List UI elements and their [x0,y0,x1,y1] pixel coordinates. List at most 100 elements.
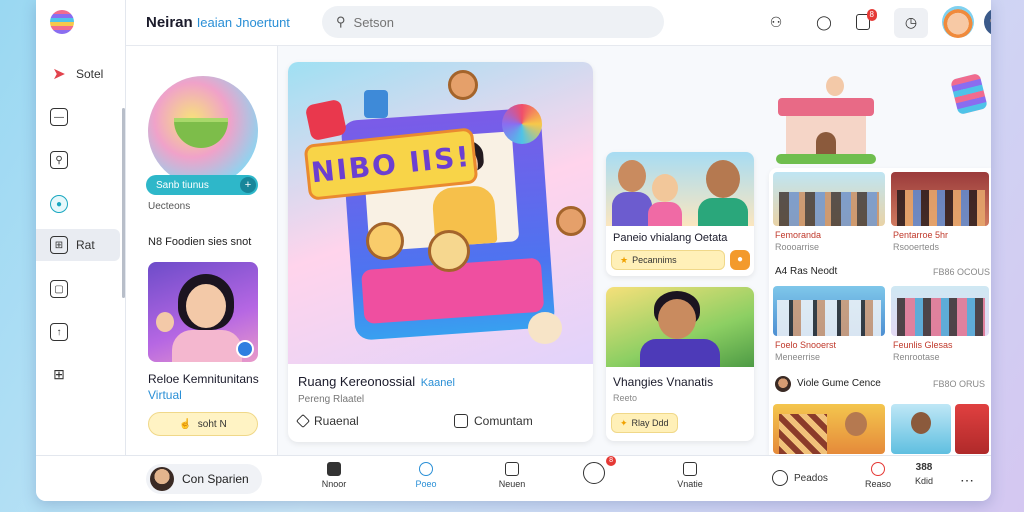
rail-item-label: Rat [76,238,95,252]
calendar-icon: ▢ [50,280,68,298]
comment-icon [454,414,468,428]
card-2-button-label: Rlay Ddd [631,418,669,428]
nav-reaso-label: Reaso [864,479,891,489]
rail-item-apps[interactable]: ⊞ [36,358,120,390]
rail-item-calendar[interactable]: ▢ [36,273,120,305]
nav-messages[interactable]: 8 [564,456,624,498]
hero-action-left[interactable]: Ruaenal [295,413,359,429]
house-grass [776,154,876,164]
community-portrait-image[interactable] [148,262,258,362]
right-label-2: Pentarroe 5hr [893,230,949,240]
house-roof [778,98,874,116]
nav-video[interactable]: Vnatie [660,462,720,498]
search-bar[interactable]: ⚲ [322,6,664,38]
video-icon [683,462,697,476]
hero-illustration: NIBO IIS! [288,62,593,364]
doc-search-icon: ⚲ [50,151,68,169]
sparkle-icon: ✦ [620,417,628,428]
right-section-a-title: A4 Ras Neodt [775,266,838,277]
card-1-title: Paneio vhialang Oetata [613,232,728,244]
messages-badge: 8 [606,456,616,466]
notification-badge: 8 [866,9,877,21]
nav-home[interactable]: Nnoor [304,462,364,498]
alert-icon [871,462,885,476]
channel-avatar[interactable] [775,376,791,392]
card-1-body-b [648,202,682,226]
nav-explore[interactable]: Poeo [396,462,456,498]
rail-item-doc-search[interactable]: ⚲ [36,144,120,176]
card-2-button[interactable]: ✦ Rlay Ddd [611,413,678,433]
right-thumb-7[interactable] [955,404,989,454]
hero-character-top [448,70,478,100]
card-2-body [640,339,720,367]
right-sub-3: Meneerrise [775,352,821,362]
community-card-title: Reloe Kemnitunitans [148,372,259,386]
grid-count-icon: 388 [915,462,933,473]
hero-action-right[interactable]: Comuntam [454,414,533,428]
rail-item-bookmark[interactable]: ↑ [36,316,120,348]
right-thumb-2[interactable] [891,172,989,226]
right-section-b-title: Viole Gume Cence [797,378,881,389]
search-input[interactable] [353,14,634,30]
user-icon[interactable]: ⚇ [766,12,786,32]
app-title: Neiran Ieaian Jnoertunt [146,14,290,31]
card-1-button[interactable]: ★ Pecannims [611,250,725,270]
hero-lollipop [502,104,542,144]
card-2-title: Vhangies Vnanatis [613,375,714,389]
app-subtitle: Ieaian Jnoertunt [196,15,290,30]
rail-scrollbar[interactable] [122,108,125,298]
notification-icon[interactable]: 8 [856,9,877,30]
search-icon: ⚲ [336,14,346,29]
hero-red-block [304,98,348,142]
thumb-6-face [911,412,931,434]
plus-icon: + [240,177,256,193]
hero-card[interactable]: NIBO IIS! Ruang Kereonossial Kaanel Pere… [288,62,593,442]
more-icon[interactable]: ⋯ [960,472,975,489]
right-thumb-4[interactable] [891,286,989,336]
top-header: NeiranIeaian Jnoertunt ⚲ ⚇ ◯ 8 ◷ [126,0,991,46]
featured-bowl-image[interactable] [148,76,258,186]
app-logo[interactable] [50,10,74,34]
user-pill[interactable]: Con Sparien [146,464,262,494]
hero-action-right-label: Comuntam [474,414,533,428]
cube-decoration [950,72,988,116]
avatar-cartoon[interactable] [942,6,974,38]
house-illustration [776,70,886,170]
right-thumb-3[interactable] [773,286,885,336]
bowl-caption: Uecteons [148,201,191,212]
right-column: Femoranda Pentarroe 5hr Roooarrise Rsooe… [769,168,991,455]
community-card-link[interactable]: Virtual [148,388,182,402]
star-icon: ★ [620,254,629,265]
right-label-1: Femoranda [775,230,822,240]
rail-item-rat[interactable]: ⊞ Rat [36,229,120,261]
hero-title-text: Ruang Kereonossial [298,374,416,389]
nav-podcasts[interactable]: Peados [772,470,828,486]
community-action-label: soht N [197,418,227,430]
right-thumb-6[interactable] [891,404,951,454]
right-thumb-5[interactable] [773,404,885,454]
right-sub-2: Rsooerteds [893,242,940,252]
content-card-2[interactable]: Vhangies Vnanatis Reeto ✦ Rlay Ddd [606,287,754,441]
content-card-1[interactable]: Paneio vhialang Oetata ★ Pecannims ● [606,152,754,276]
pumpkin-icon[interactable]: ● [730,250,750,270]
rail-item-sotel[interactable]: ➤ Sotel [36,58,120,90]
rail-item-circle[interactable]: ● [36,188,120,220]
nav-news[interactable]: Neuen [482,462,542,498]
rail-item-note[interactable]: — [36,101,120,133]
right-thumb-1[interactable] [773,172,885,226]
nav-video-label: Vnatie [677,479,703,489]
nav-kdid[interactable]: 388 Kdid [894,462,954,498]
nav-podcasts-label: Peados [794,472,828,484]
follow-pill[interactable]: Sanb tiunus + [146,175,258,195]
user-name: Con Sparien [182,472,249,486]
hero-subtitle: Pereng Rlaatel [298,394,365,405]
avatar-user[interactable] [984,8,991,36]
community-action-button[interactable]: ☝ soht N [148,412,258,436]
document-icon [505,462,519,476]
right-label-4: Feunlis Glesas [893,340,953,350]
shield-icon[interactable]: ◯ [814,12,834,32]
hero-character-right [556,206,586,236]
compass-icon [419,462,433,476]
card-1-body-a [612,192,652,226]
nav-news-label: Neuen [498,479,526,489]
